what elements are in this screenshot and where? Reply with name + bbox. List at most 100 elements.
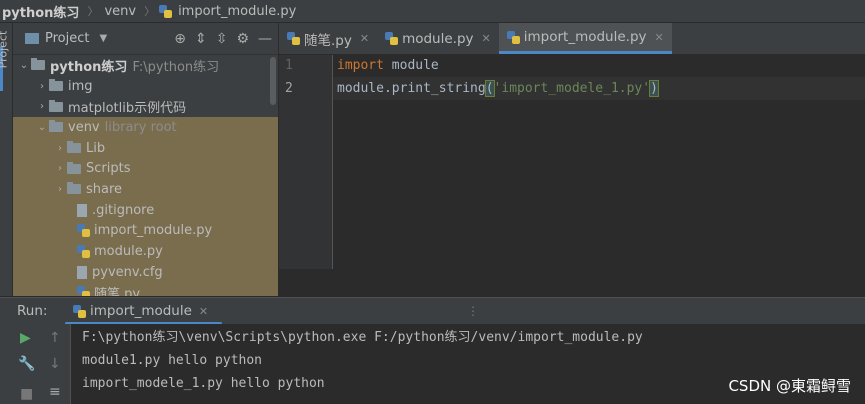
tree-item-root[interactable]: ⌄ python练习 F:\python练习	[13, 55, 278, 76]
folder-icon	[67, 161, 81, 174]
python-file-icon	[77, 245, 90, 259]
tree-item-label: python练习	[50, 59, 128, 75]
tab-label: module.py	[402, 30, 474, 47]
project-icon	[25, 33, 39, 44]
line-number: 2	[285, 81, 293, 96]
python-file-icon	[287, 32, 300, 45]
project-view-selector[interactable]: Project	[45, 31, 89, 46]
tab-label: 随笔.py	[304, 32, 352, 49]
tree-item-label: .gitignore	[92, 202, 155, 218]
python-file-icon	[77, 224, 90, 238]
tree-item-gitignore[interactable]: .gitignore	[13, 199, 278, 221]
tree-item-img[interactable]: › img	[13, 76, 278, 97]
chevron-down-icon[interactable]: ▼	[99, 33, 107, 44]
chevron-right-icon[interactable]: ›	[53, 184, 67, 195]
folder-icon	[49, 120, 63, 133]
run-tab-import-module[interactable]: import_module ✕	[65, 298, 223, 325]
python-file-icon	[159, 4, 173, 18]
tree-item-label: Scripts	[86, 161, 131, 177]
close-icon[interactable]: ✕	[655, 31, 664, 44]
chevron-right-icon: 〉	[144, 5, 156, 18]
chevron-right-icon[interactable]: ›	[35, 81, 49, 92]
chevron-right-icon[interactable]: ›	[53, 163, 67, 174]
close-icon[interactable]: ✕	[360, 32, 369, 45]
tree-item-suibi[interactable]: 随笔.py	[13, 282, 278, 296]
tree-item-label: pyvenv.cfg	[92, 264, 163, 280]
tree-item-import-module[interactable]: import_module.py	[13, 220, 278, 242]
line-number-gutter: 1 2	[279, 55, 333, 269]
project-tool-button[interactable]: Project	[0, 31, 9, 69]
chevron-right-icon: 〉	[87, 5, 99, 18]
editor-tabs: 随笔.py ✕ module.py ✕ import_module.py ✕	[279, 23, 865, 54]
chevron-right-icon[interactable]: ›	[35, 101, 49, 112]
tab-import-module[interactable]: import_module.py ✕	[498, 23, 672, 54]
more-options-icon[interactable]: ⋮	[467, 304, 479, 318]
folder-icon	[31, 58, 45, 71]
chevron-right-icon[interactable]: ›	[53, 143, 67, 154]
tree-item-venv[interactable]: ⌄ venv library root	[13, 117, 278, 138]
expand-all-icon[interactable]: ⇕	[195, 31, 207, 47]
chevron-down-icon[interactable]: ⌄	[17, 60, 31, 71]
crosshair-icon[interactable]: ⊕	[174, 31, 186, 47]
project-tree: ⌄ python练习 F:\python练习 › img › matplotli…	[13, 55, 278, 296]
run-panel-header: Run: import_module ✕ ⋮	[0, 297, 865, 325]
tree-scrollbar[interactable]	[270, 57, 276, 105]
code-keyword: import	[337, 58, 384, 73]
tree-item-scripts[interactable]: › Scripts	[13, 158, 278, 180]
code-line: import module	[333, 54, 865, 77]
code-paren: )	[649, 80, 659, 97]
tree-item-lib[interactable]: › Lib	[13, 137, 278, 159]
stop-icon[interactable]: ■	[20, 386, 33, 402]
folder-icon	[67, 141, 81, 154]
breadcrumb-folder[interactable]: venv	[102, 4, 140, 19]
tree-item-hint: F:\python练习	[132, 59, 220, 75]
code-line-current: module.print_string('import_modele_1.py'…	[333, 77, 865, 100]
tree-item-label: img	[68, 78, 93, 94]
code-editor[interactable]: import module module.print_string('impor…	[333, 55, 865, 269]
code-identifier: module	[383, 58, 439, 73]
breadcrumb-file[interactable]: import_module.py	[176, 4, 300, 19]
tree-item-label: module.py	[94, 244, 163, 260]
down-arrow-icon[interactable]: ↓	[49, 356, 61, 372]
line-number: 1	[285, 58, 293, 73]
tree-item-share[interactable]: › share	[13, 179, 278, 200]
tree-item-matplotlib[interactable]: › matplotlib示例代码	[13, 96, 278, 117]
run-toolbar: ▶ ↑ 🔧 ↓ ■ ≡	[0, 324, 70, 404]
breadcrumb: python练习 〉 venv 〉 import_module.py	[0, 0, 865, 23]
rerun-icon[interactable]: ▶	[20, 330, 31, 346]
python-file-icon	[385, 32, 399, 45]
folder-icon	[67, 182, 81, 195]
wrench-icon[interactable]: 🔧	[18, 356, 35, 372]
project-panel-header: Project ▼ ⊕ ⇕ ⇳ ⚙ —	[13, 23, 278, 55]
tree-item-label: 随笔.py	[94, 287, 141, 296]
tab-suibi[interactable]: 随笔.py ✕	[279, 23, 377, 54]
collapse-all-icon[interactable]: ⇳	[216, 31, 228, 47]
watermark: CSDN @東霜鲟雪	[728, 377, 851, 395]
folder-icon	[49, 99, 63, 112]
close-icon[interactable]: ✕	[482, 32, 491, 45]
up-arrow-icon[interactable]: ↑	[49, 330, 61, 346]
file-icon	[77, 203, 87, 217]
console-line: module1.py hello python	[82, 353, 263, 368]
editor-bottom-area	[279, 270, 865, 296]
soft-wrap-icon[interactable]: ≡	[49, 384, 61, 400]
tab-module[interactable]: module.py ✕	[377, 23, 499, 54]
tree-item-label: import_module.py	[94, 223, 213, 239]
gear-icon[interactable]: ⚙	[236, 31, 249, 47]
code-identifier: module.print_string	[337, 81, 486, 96]
tree-item-pyvenv[interactable]: pyvenv.cfg	[13, 261, 278, 283]
python-file-icon	[73, 304, 86, 318]
code-paren: (	[484, 80, 495, 97]
console-line: F:\python练习\venv\Scripts\python.exe F:/p…	[82, 330, 643, 345]
python-file-icon	[77, 286, 90, 296]
tool-window-strip: Project	[0, 23, 13, 296]
tree-item-module[interactable]: module.py	[13, 241, 278, 262]
tree-item-hint: library root	[104, 119, 177, 135]
close-icon[interactable]: ✕	[199, 305, 208, 318]
breadcrumb-project[interactable]: python练习	[0, 2, 83, 21]
run-tab-label: import_module	[90, 303, 192, 319]
config-file-icon	[77, 265, 87, 279]
chevron-down-icon[interactable]: ⌄	[35, 122, 49, 133]
tree-item-label: Lib	[86, 140, 106, 156]
minimize-icon[interactable]: —	[258, 31, 272, 47]
